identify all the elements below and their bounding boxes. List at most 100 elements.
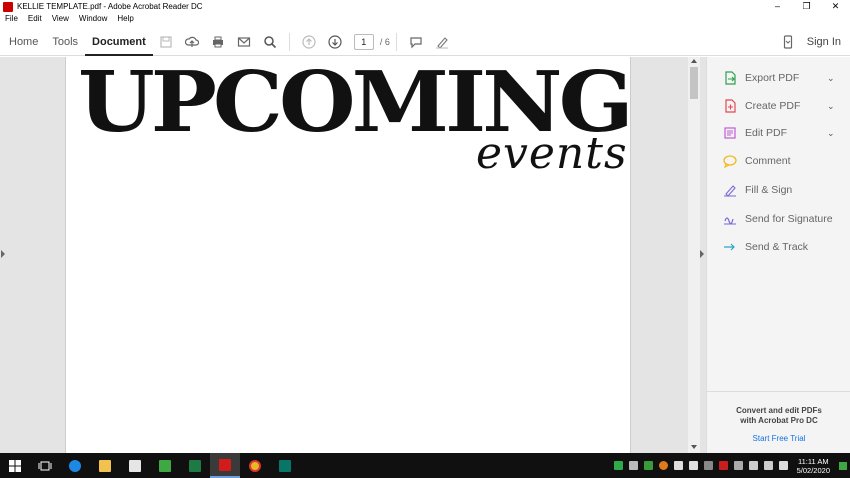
promo-box: Convert and edit PDFs with Acrobat Pro D… (707, 391, 850, 443)
export-pdf-icon (723, 71, 737, 85)
document-script-word: events (476, 128, 628, 179)
menu-help[interactable]: Help (112, 14, 138, 26)
pane-item-edit-pdf[interactable]: Edit PDF (723, 126, 787, 140)
left-panel-toggle-icon[interactable] (1, 250, 5, 258)
pane-item-label: Fill & Sign (745, 184, 793, 196)
toolbar-divider (395, 32, 397, 51)
send-track-icon (723, 240, 737, 254)
excel-icon (189, 459, 201, 472)
start-free-trial-link[interactable]: Start Free Trial (707, 434, 850, 443)
volume-icon[interactable] (763, 461, 773, 470)
promo-line-2: with Acrobat Pro DC (740, 416, 818, 425)
scroll-thumb[interactable] (690, 67, 698, 99)
windows-logo-icon (9, 459, 21, 472)
taskbar-publisher[interactable] (270, 453, 300, 478)
windows-taskbar: 11:11 AM 5/02/2020 (0, 453, 850, 478)
tray-close-icon[interactable] (673, 461, 683, 470)
pane-item-label: Send & Track (745, 241, 809, 253)
main-toolbar: Home Tools Document 1 / 6 Sign In (0, 28, 850, 56)
pane-item-export-pdf[interactable]: Export PDF (723, 71, 799, 85)
keyboard-icon[interactable] (778, 461, 788, 470)
signin-area: Sign In (775, 28, 841, 56)
pane-item-send-for-signature[interactable]: Send for Signature (723, 212, 833, 226)
clock-time: 11:11 AM (798, 456, 829, 466)
pane-item-label: Export PDF (745, 72, 800, 84)
taskbar-acrobat[interactable] (210, 453, 240, 478)
scroll-down-icon[interactable] (691, 445, 697, 449)
store-icon (129, 459, 141, 472)
comment-bubble-icon[interactable] (409, 35, 423, 49)
taskbar-chrome[interactable] (240, 453, 270, 478)
promo-line-1: Convert and edit PDFs (736, 406, 822, 415)
upload-cloud-icon[interactable] (184, 35, 199, 49)
menu-edit[interactable]: Edit (23, 14, 47, 26)
create-pdf-icon (723, 99, 737, 113)
fill-sign-icon (723, 183, 737, 197)
tray-app-icon[interactable] (613, 461, 623, 470)
title-bar: KELLIE TEMPLATE.pdf - Adobe Acrobat Read… (0, 0, 850, 13)
previous-page-icon[interactable] (302, 34, 316, 49)
pane-item-label: Edit PDF (745, 127, 788, 139)
taskbar-clock[interactable]: 11:11 AM 5/02/2020 (797, 457, 830, 475)
tray-acrobat-icon[interactable] (718, 461, 728, 470)
clock-date: 5/02/2020 (796, 465, 830, 475)
pane-item-label: Create PDF (745, 100, 801, 112)
taskbar-store[interactable] (120, 453, 150, 478)
chevron-down-icon[interactable]: ⌄ (827, 101, 835, 112)
document-workspace: UPCOMING events (0, 57, 706, 453)
pane-item-send-track[interactable]: Send & Track (723, 240, 808, 254)
comment-icon (723, 154, 737, 169)
page-total: / 6 (379, 36, 390, 47)
task-view-button[interactable] (30, 453, 60, 478)
wifi-icon[interactable] (748, 461, 758, 470)
next-page-icon[interactable] (328, 34, 342, 49)
scroll-up-icon[interactable] (691, 59, 697, 63)
taskbar-edge[interactable] (60, 453, 90, 478)
tab-home[interactable]: Home (2, 28, 45, 56)
highlight-pen-icon[interactable] (435, 35, 449, 49)
chevron-down-icon[interactable]: ⌄ (827, 128, 835, 139)
menu-file[interactable]: File (0, 14, 23, 26)
edit-pdf-icon (723, 126, 737, 140)
tray-app2-icon[interactable] (703, 461, 713, 470)
send-signature-icon (723, 212, 737, 226)
toolbar-divider (288, 32, 290, 51)
taskbar-file-explorer[interactable] (90, 453, 120, 478)
task-view-icon (38, 461, 52, 470)
right-panel-toggle-icon[interactable] (700, 250, 704, 258)
tab-tools[interactable]: Tools (45, 28, 85, 56)
menu-window[interactable]: Window (74, 14, 112, 26)
chevron-down-icon[interactable]: ⌄ (827, 73, 835, 84)
tray-bluetooth-icon[interactable] (688, 461, 698, 470)
search-icon[interactable] (263, 35, 277, 49)
print-icon[interactable] (211, 35, 225, 49)
tray-usb-icon[interactable] (628, 461, 638, 470)
app-green-icon (159, 459, 171, 472)
publisher-icon (279, 459, 291, 472)
tray-orange-icon[interactable] (658, 461, 668, 470)
action-center-button[interactable] (836, 453, 850, 478)
close-button[interactable]: ✕ (821, 0, 850, 13)
pane-item-create-pdf[interactable]: Create PDF (723, 99, 800, 113)
tray-green-icon[interactable] (643, 461, 653, 470)
vertical-scrollbar[interactable] (688, 57, 700, 453)
taskbar-app-green[interactable] (150, 453, 180, 478)
restore-button[interactable]: ❐ (792, 0, 821, 13)
start-button[interactable] (0, 453, 30, 478)
system-tray: 11:11 AM 5/02/2020 (611, 453, 850, 478)
taskbar-excel[interactable] (180, 453, 210, 478)
minimize-button[interactable]: – (763, 0, 792, 13)
pane-item-comment[interactable]: Comment (723, 154, 791, 169)
save-icon[interactable] (159, 35, 173, 49)
pane-item-fill-sign[interactable]: Fill & Sign (723, 183, 792, 197)
signin-link[interactable]: Sign In (807, 36, 841, 48)
page-number-input[interactable]: 1 (353, 33, 374, 50)
menu-view[interactable]: View (47, 14, 74, 26)
acrobat-icon (219, 458, 231, 471)
pane-item-label: Comment (745, 155, 791, 167)
mobile-link-icon[interactable] (781, 35, 795, 49)
tab-document[interactable]: Document (85, 28, 153, 56)
email-icon[interactable] (237, 35, 251, 49)
tools-pane: Export PDF ⌄ Create PDF ⌄ Edit PDF ⌄ Com… (706, 57, 850, 453)
tray-battery-icon[interactable] (733, 461, 743, 470)
